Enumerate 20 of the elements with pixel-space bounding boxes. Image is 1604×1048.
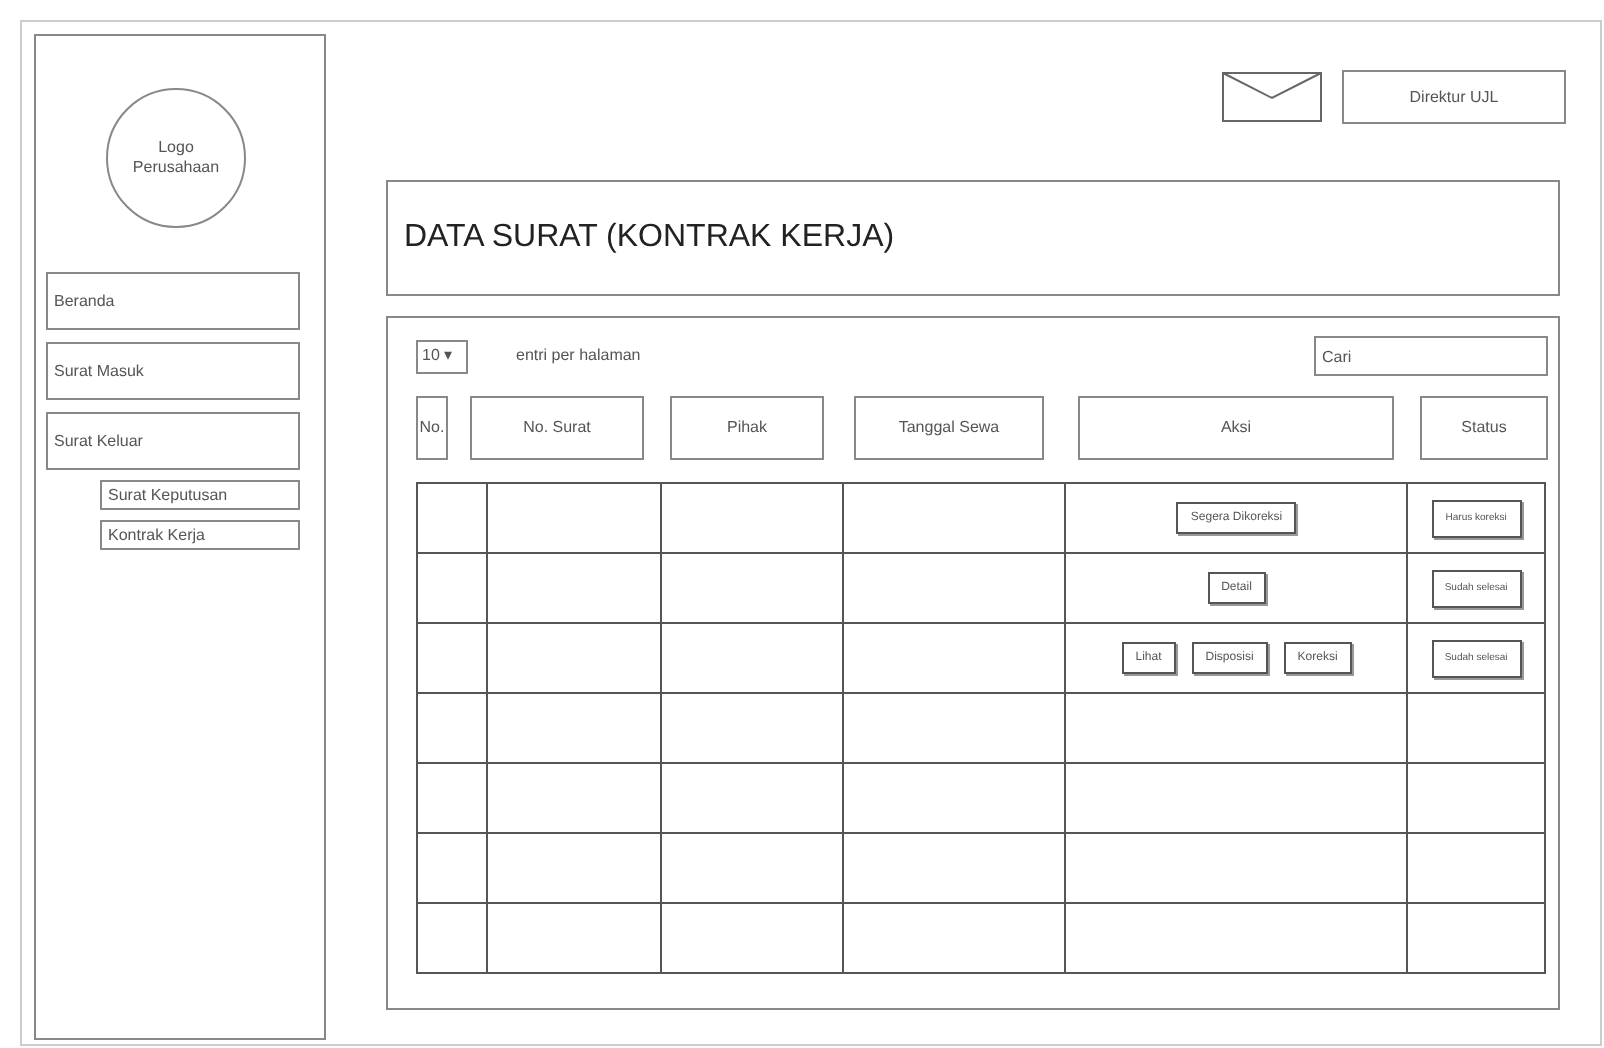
- user-button[interactable]: Direktur UJL: [1342, 70, 1566, 124]
- search-field[interactable]: Cari: [1314, 336, 1548, 376]
- mail-icon[interactable]: [1222, 72, 1322, 122]
- sidebar-item[interactable]: Surat Masuk: [46, 342, 300, 400]
- table-cell: [1408, 834, 1546, 904]
- column-header: Tanggal Sewa: [854, 396, 1044, 460]
- page-size-select[interactable]: 10 ▾: [416, 339, 468, 373]
- sidebar-item[interactable]: Beranda: [46, 272, 300, 330]
- sidebar-item[interactable]: Surat Keluar: [46, 412, 300, 470]
- page-size-label: entri per halaman: [516, 344, 641, 368]
- sidebar-subitem[interactable]: Surat Keputusan: [100, 480, 300, 510]
- table-cell: [1408, 764, 1546, 834]
- column-header: No. Surat: [470, 396, 644, 460]
- table-cell: [1408, 904, 1546, 974]
- column-header: Aksi: [1078, 396, 1394, 460]
- sidebar-subitem[interactable]: Kontrak Kerja: [100, 520, 300, 550]
- column-header: No.: [416, 396, 448, 460]
- page-title: DATA SURAT (KONTRAK KERJA): [404, 218, 895, 258]
- column-header: Status: [1420, 396, 1548, 460]
- column-header: Pihak: [670, 396, 824, 460]
